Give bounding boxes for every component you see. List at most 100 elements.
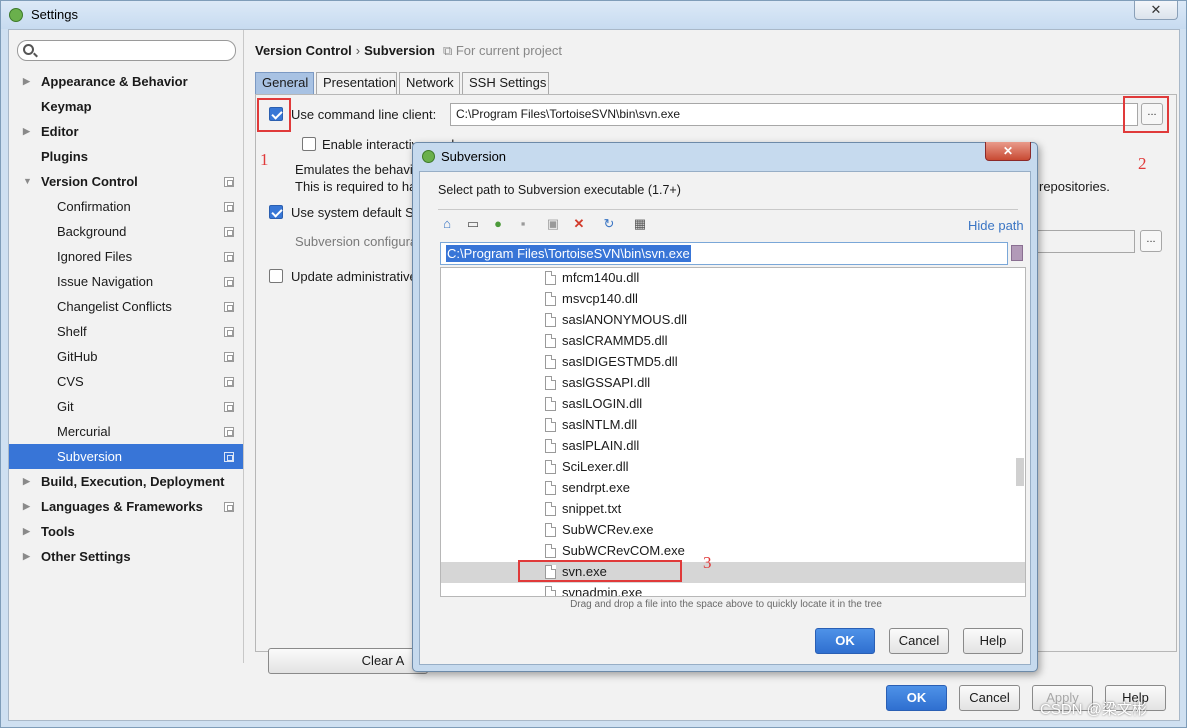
scope-label: ⧉ For current project: [442, 43, 563, 58]
tab-ssh-settings[interactable]: SSH Settings: [462, 72, 549, 94]
new-folder-icon[interactable]: ▣: [545, 216, 561, 232]
sidebar-item-git[interactable]: Git: [57, 394, 74, 419]
sidebar-item-confirmation[interactable]: Confirmation: [57, 194, 131, 219]
sidebar-item-ignored-files[interactable]: Ignored Files: [57, 244, 132, 269]
close-icon[interactable]: ✕: [1134, 1, 1178, 20]
chevron-right-icon[interactable]: ▶: [23, 469, 30, 494]
path-history-icon[interactable]: [1011, 245, 1023, 261]
dialog-ok-button[interactable]: OK: [815, 628, 875, 654]
file-row[interactable]: saslGSSAPI.dll: [441, 373, 1025, 394]
file-row[interactable]: SubWCRevCOM.exe: [441, 541, 1025, 562]
chevron-down-icon[interactable]: ▼: [23, 169, 32, 194]
chevron-right-icon[interactable]: ▶: [23, 519, 30, 544]
chevron-right-icon[interactable]: ▶: [23, 544, 30, 569]
file-row[interactable]: mfcm140u.dll: [441, 268, 1025, 289]
sidebar-item-label: Appearance & Behavior: [41, 74, 188, 89]
dialog-title: Subversion: [441, 149, 507, 164]
project-scope-icon: [224, 402, 234, 412]
sidebar-item-appearance-behavior[interactable]: ▶ Appearance & Behavior: [23, 69, 188, 94]
ok-button[interactable]: OK: [886, 685, 947, 711]
dialog-close-icon[interactable]: ✕: [985, 142, 1031, 161]
sidebar-item-version-control[interactable]: ▼ Version Control: [23, 169, 138, 194]
file-icon: [545, 271, 556, 285]
cmd-client-path-field[interactable]: C:\Program Files\TortoiseSVN\bin\svn.exe: [450, 103, 1138, 126]
dialog-help-button[interactable]: Help: [963, 628, 1023, 654]
module-icon[interactable]: ▪: [515, 216, 531, 232]
sidebar-item-editor[interactable]: ▶ Editor: [23, 119, 79, 144]
dialog-cancel-button[interactable]: Cancel: [889, 628, 949, 654]
search-field[interactable]: [17, 40, 236, 61]
sidebar-item-keymap[interactable]: Keymap: [41, 94, 92, 119]
annotation-1: 1: [260, 150, 269, 169]
cancel-button[interactable]: Cancel: [959, 685, 1020, 711]
system-default-checkbox[interactable]: [269, 205, 283, 219]
file-tree-scrollbar[interactable]: [1016, 458, 1024, 486]
dialog-prompt: Select path to Subversion executable (1.…: [438, 183, 681, 197]
file-row[interactable]: SciLexer.dll: [441, 457, 1025, 478]
tab-presentation[interactable]: Presentation: [316, 72, 397, 94]
project-scope-icon: [224, 327, 234, 337]
file-tree[interactable]: mfcm140u.dll msvcp140.dll saslANONYMOUS.dl…: [440, 267, 1026, 597]
sidebar-item-background[interactable]: Background: [57, 219, 126, 244]
sidebar-item-other-settings[interactable]: ▶ Other Settings: [23, 544, 131, 569]
update-admin-checkbox[interactable]: [269, 269, 283, 283]
file-row[interactable]: snippet.txt: [441, 499, 1025, 520]
drag-drop-hint: Drag and drop a file into the space abov…: [570, 599, 882, 610]
chevron-right-icon[interactable]: ▶: [23, 494, 30, 519]
sidebar-item-label: Background: [57, 224, 127, 239]
sidebar-item-github[interactable]: GitHub: [57, 344, 97, 369]
file-row[interactable]: SubWCRev.exe: [441, 520, 1025, 541]
file-row[interactable]: saslCRAMMD5.dll: [441, 331, 1025, 352]
file-name: mfcm140u.dll: [562, 270, 640, 285]
file-row[interactable]: saslNTLM.dll: [441, 415, 1025, 436]
file-name: saslDIGESTMD5.dll: [562, 354, 678, 369]
search-input[interactable]: [40, 42, 230, 59]
sidebar-item-languages-frameworks[interactable]: ▶ Languages & Frameworks: [23, 494, 203, 519]
home-icon[interactable]: ⌂: [439, 216, 455, 232]
delete-icon[interactable]: ✕: [571, 216, 587, 232]
tab-general[interactable]: General: [255, 72, 314, 94]
sidebar-item-mercurial[interactable]: Mercurial: [57, 419, 110, 444]
file-row[interactable]: saslANONYMOUS.dll: [441, 310, 1025, 331]
file-row[interactable]: msvcp140.dll: [441, 289, 1025, 310]
sidebar-item-build-execution-deployment[interactable]: ▶ Build, Execution, Deployment: [23, 469, 224, 494]
config-dir-field[interactable]: [1031, 230, 1135, 253]
project-icon[interactable]: ●: [490, 216, 506, 232]
file-icon: [545, 397, 556, 411]
project-scope-icon: [224, 202, 234, 212]
desktop-icon[interactable]: ▭: [465, 216, 481, 232]
file-icon: [545, 292, 556, 306]
title-bar[interactable]: Settings ✕: [1, 1, 1186, 29]
emulates-text: Emulates the behavio: [295, 162, 421, 177]
dialog-path-field[interactable]: C:\Program Files\TortoiseSVN\bin\svn.exe: [440, 242, 1008, 265]
file-row[interactable]: svnadmin.exe: [441, 583, 1025, 596]
window-title: Settings: [31, 7, 78, 22]
show-hidden-icon[interactable]: ▦: [632, 216, 648, 232]
sidebar-item-tools[interactable]: ▶ Tools: [23, 519, 75, 544]
hide-path-link[interactable]: Hide path: [968, 218, 1024, 233]
search-icon: [23, 44, 34, 55]
file-row[interactable]: saslLOGIN.dll: [441, 394, 1025, 415]
sidebar-item-plugins[interactable]: Plugins: [41, 144, 88, 169]
annotation-3: 3: [703, 553, 712, 572]
sidebar-item-label: Mercurial: [57, 424, 111, 439]
file-row[interactable]: sendrpt.exe: [441, 478, 1025, 499]
file-row[interactable]: saslDIGESTMD5.dll: [441, 352, 1025, 373]
config-browse-button[interactable]: ...: [1140, 230, 1162, 252]
sidebar-item-cvs[interactable]: CVS: [57, 369, 84, 394]
required-text: This is required to ha: [295, 179, 417, 194]
interactive-mode-checkbox[interactable]: [302, 137, 316, 151]
clear-auth-cache-button[interactable]: Clear A: [268, 648, 428, 674]
chevron-right-icon[interactable]: ▶: [23, 119, 30, 144]
file-icon: [545, 544, 556, 558]
sidebar-item-changelist-conflicts[interactable]: Changelist Conflicts: [57, 294, 172, 319]
sidebar-item-shelf[interactable]: Shelf: [57, 319, 87, 344]
chevron-right-icon[interactable]: ▶: [23, 69, 30, 94]
breadcrumb-parent[interactable]: Version Control: [255, 43, 352, 58]
file-row[interactable]: saslPLAIN.dll: [441, 436, 1025, 457]
sidebar-item-issue-navigation[interactable]: Issue Navigation: [57, 269, 153, 294]
refresh-icon[interactable]: ↻: [601, 216, 617, 232]
tab-network[interactable]: Network: [399, 72, 460, 94]
sidebar-item-subversion[interactable]: Subversion: [57, 444, 122, 469]
dialog-body: Select path to Subversion executable (1.…: [419, 171, 1031, 665]
